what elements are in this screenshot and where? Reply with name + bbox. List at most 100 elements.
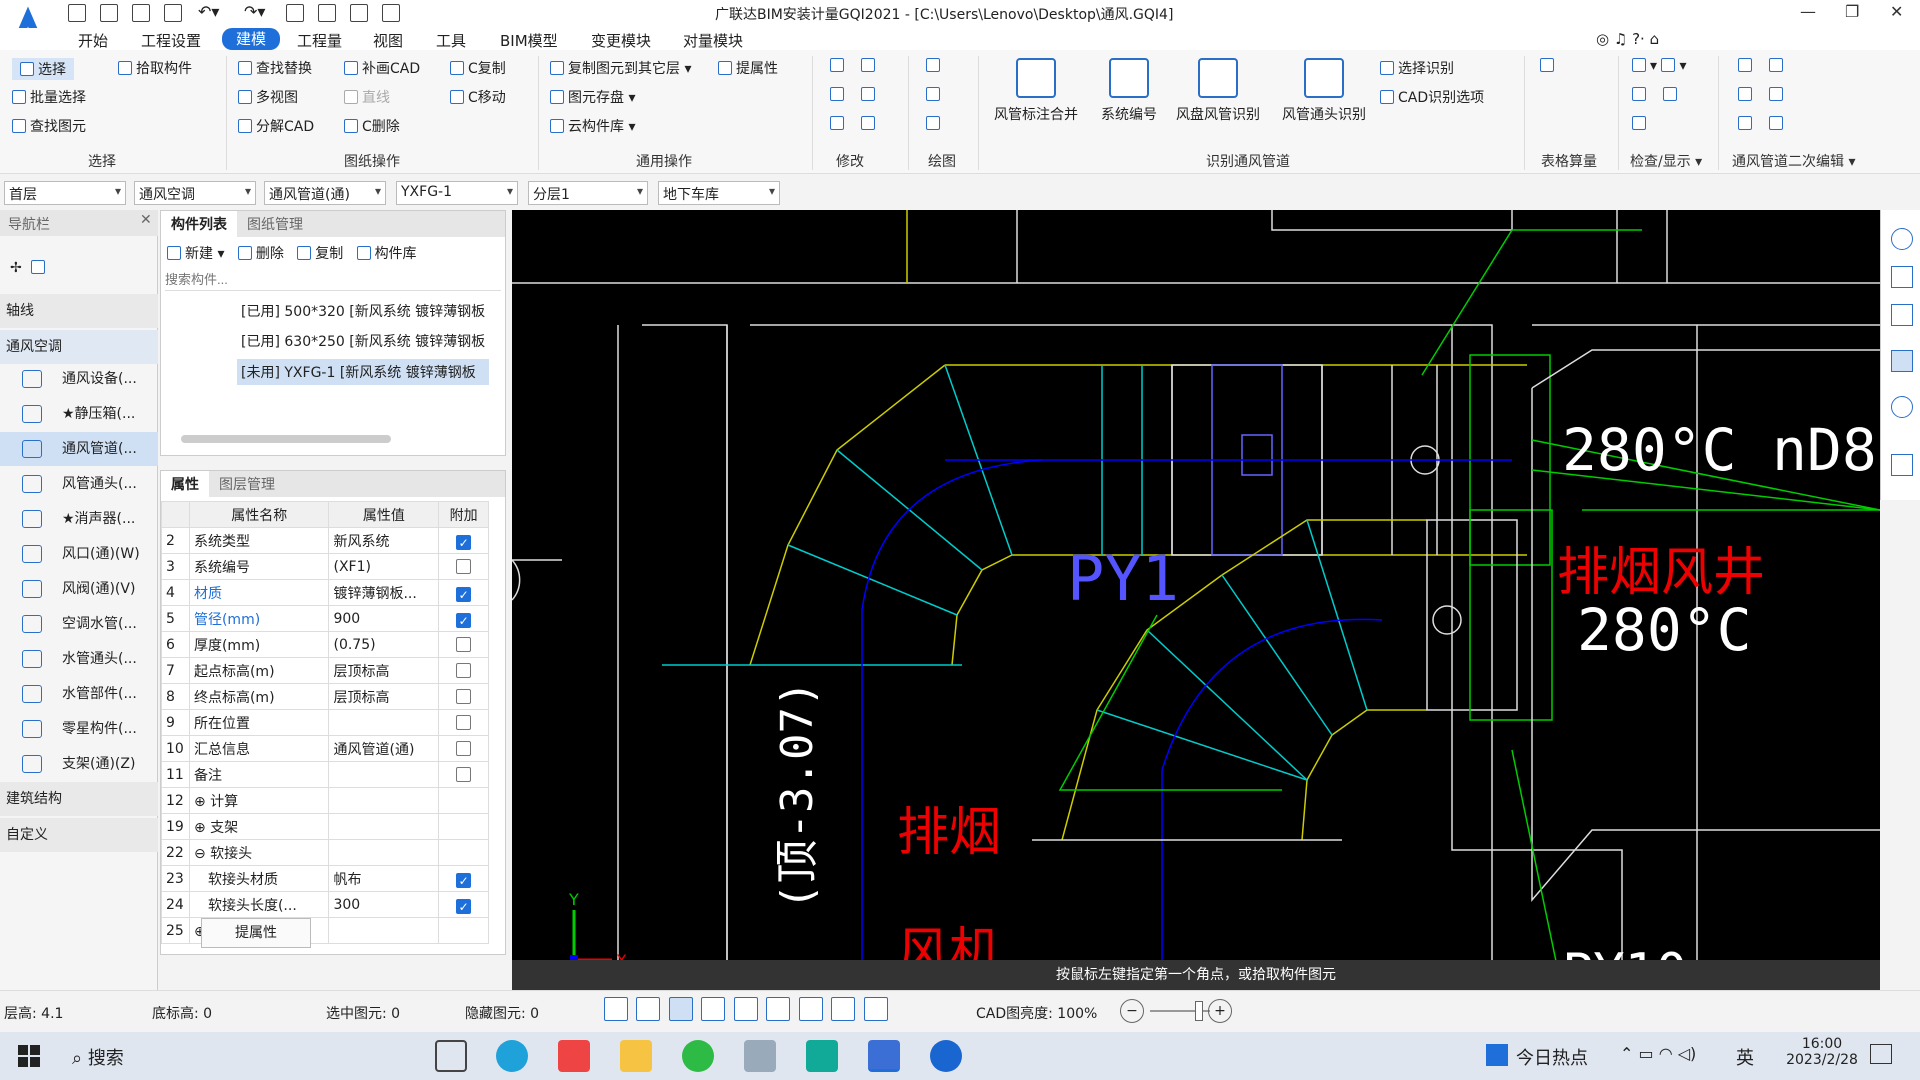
nav-cat-structure[interactable]: 建筑结构: [0, 782, 158, 816]
nav-cat-custom[interactable]: 自定义: [0, 818, 158, 852]
prop-value[interactable]: 900: [328, 605, 440, 632]
checkbox[interactable]: [456, 636, 472, 652]
prop-value[interactable]: [328, 709, 440, 736]
c-move-button[interactable]: C移动: [450, 87, 506, 107]
task-view-icon[interactable]: [435, 1040, 467, 1072]
checkbox[interactable]: [456, 662, 472, 678]
pick-component-button[interactable]: 拾取构件: [118, 58, 192, 78]
extract-props-button[interactable]: 提属性: [201, 918, 311, 948]
menu-project-settings[interactable]: 工程设置: [141, 30, 201, 51]
c-delete-button[interactable]: C删除: [344, 116, 400, 136]
rotate-view-icon[interactable]: [1891, 396, 1913, 418]
close-icon[interactable]: ✕: [140, 212, 152, 228]
copy-icon[interactable]: [830, 58, 844, 72]
nav-item-air-outlet[interactable]: 风口(通)(W): [0, 537, 158, 571]
help-icons[interactable]: ◎ ♫ ?· ⌂: [1596, 30, 1659, 48]
nav-item-water-pipe[interactable]: 空调水管(...: [0, 607, 158, 641]
list-item-selected[interactable]: [未用] YXFG-1 [新风系统 镀锌薄钢板: [237, 359, 489, 385]
list-item[interactable]: [已用] 500*320 [新风系统 镀锌薄钢板: [241, 301, 485, 321]
restore-button[interactable]: ❐: [1845, 2, 1859, 21]
tab-component-list[interactable]: 构件列表: [161, 211, 237, 237]
nav-cat-hvac[interactable]: 通风空调: [0, 330, 158, 364]
prop-value[interactable]: [328, 813, 440, 840]
prop-value[interactable]: (0.75): [328, 631, 440, 658]
grid-snap-icon[interactable]: [604, 997, 628, 1021]
prop-value[interactable]: [328, 787, 440, 814]
table-row[interactable]: 11 备注: [161, 761, 489, 788]
3d-view-icon[interactable]: [1891, 266, 1913, 288]
menu-modeling[interactable]: 建模: [222, 28, 281, 50]
floor-select[interactable]: 首层: [4, 181, 126, 205]
table-row[interactable]: 7 起点标高(m) 层顶标高: [161, 657, 489, 684]
cad-options-button[interactable]: CAD识别选项: [1380, 87, 1484, 107]
snap-tools[interactable]: [604, 997, 892, 1023]
zoom-out-icon[interactable]: −: [1120, 999, 1144, 1023]
cad-canvas[interactable]: 280°C 280°C nD8 PY1 PY10 排烟风井 排烟 风机 (顶-3…: [512, 210, 1880, 990]
trash-icon[interactable]: [830, 116, 844, 130]
redo-icon[interactable]: ↷▾: [244, 2, 265, 21]
close-button[interactable]: ✕: [1890, 2, 1903, 21]
component-search-input[interactable]: [165, 269, 501, 291]
duct-label-merge-button[interactable]: 风管标注合并: [990, 58, 1082, 124]
zoom-in-icon[interactable]: +: [1208, 999, 1232, 1023]
line-button[interactable]: 直线: [344, 87, 390, 107]
modify-tools[interactable]: [830, 58, 879, 74]
nav-item-duct[interactable]: 通风管道(...: [0, 432, 158, 466]
menu-tools[interactable]: 工具: [436, 30, 466, 51]
prop-value[interactable]: [328, 839, 440, 866]
edit2-tools-3[interactable]: [1738, 116, 1787, 132]
table-row[interactable]: 9 所在位置: [161, 709, 489, 736]
checkbox[interactable]: [456, 714, 472, 730]
app-icon[interactable]: [806, 1040, 838, 1072]
table-row[interactable]: 12 ⊕ 计算: [161, 787, 489, 814]
undo-icon[interactable]: ↶▾: [198, 2, 219, 21]
menu-bim-model[interactable]: BIM模型: [500, 30, 558, 51]
prop-value[interactable]: 层顶标高: [328, 657, 440, 684]
fan-coil-recognize-button[interactable]: 风盘风管识别: [1172, 58, 1264, 124]
prop-value[interactable]: 层顶标高: [328, 683, 440, 710]
delete-button[interactable]: 删除: [237, 246, 284, 262]
edit2-tools-2[interactable]: [1738, 87, 1787, 103]
news-icon[interactable]: [1486, 1044, 1508, 1066]
modify-tools-2[interactable]: [830, 87, 879, 103]
nav-item-duct-fitting[interactable]: 风管通头(...: [0, 467, 158, 501]
rect-select-icon[interactable]: [668, 997, 693, 1021]
prop-value[interactable]: 镀锌薄钢板...: [328, 579, 440, 606]
cube-view-icon[interactable]: [1891, 350, 1913, 372]
table-row[interactable]: 2 系统类型 新风系统 ✓: [161, 527, 489, 554]
checkbox[interactable]: [456, 740, 472, 756]
nav-item-plenum[interactable]: ★静压箱(...: [0, 397, 158, 431]
table-row[interactable]: 5 管径(mm) 900 ✓: [161, 605, 489, 632]
edge-icon[interactable]: [496, 1040, 528, 1072]
checkbox[interactable]: [456, 558, 472, 574]
clock[interactable]: 16:00 2023/2/28: [1782, 1036, 1862, 1068]
prop-value[interactable]: 帆布: [328, 865, 440, 892]
horizontal-scrollbar[interactable]: [181, 435, 391, 443]
copy-button[interactable]: 复制: [297, 246, 343, 262]
store-icon[interactable]: [558, 1040, 590, 1072]
group-label-edit2[interactable]: 通风管道二次编辑 ▾: [1732, 151, 1855, 171]
cloud-library-button[interactable]: 云构件库 ▾: [550, 116, 635, 136]
prop-value[interactable]: [328, 761, 440, 788]
library-button[interactable]: 构件库: [356, 246, 417, 262]
orbit-icon[interactable]: [1891, 228, 1913, 250]
tab-layer-manage[interactable]: 图层管理: [209, 471, 285, 497]
table-row[interactable]: 4 材质 镀锌薄钢板... ✓: [161, 579, 489, 606]
new-file-icon[interactable]: [68, 4, 86, 22]
screen-icon[interactable]: [831, 997, 856, 1021]
open-file-icon[interactable]: [100, 4, 118, 22]
nav-item-equipment[interactable]: 通风设备(...: [0, 362, 158, 396]
table-row[interactable]: 6 厚度(mm) (0.75): [161, 631, 489, 658]
nav-item-pipe-part[interactable]: 水管部件(...: [0, 677, 158, 711]
prop-value[interactable]: 通风管道(通): [328, 735, 440, 762]
tray-icons[interactable]: ⌃ ▭ ◠ ◁): [1620, 1044, 1696, 1063]
system-number-button[interactable]: 系统编号: [1094, 58, 1164, 124]
edit-icon[interactable]: [30, 260, 45, 274]
app-icon[interactable]: [930, 1040, 962, 1072]
prop-value[interactable]: 300: [328, 891, 440, 918]
table-icon[interactable]: [350, 4, 368, 22]
component-type-select[interactable]: 通风管道(通): [264, 181, 386, 205]
duct-fitting-recognize-button[interactable]: 风管通头识别: [1278, 58, 1370, 124]
table-row[interactable]: 23 软接头材质 帆布 ✓: [161, 865, 489, 892]
draw-line-button[interactable]: [926, 58, 944, 74]
